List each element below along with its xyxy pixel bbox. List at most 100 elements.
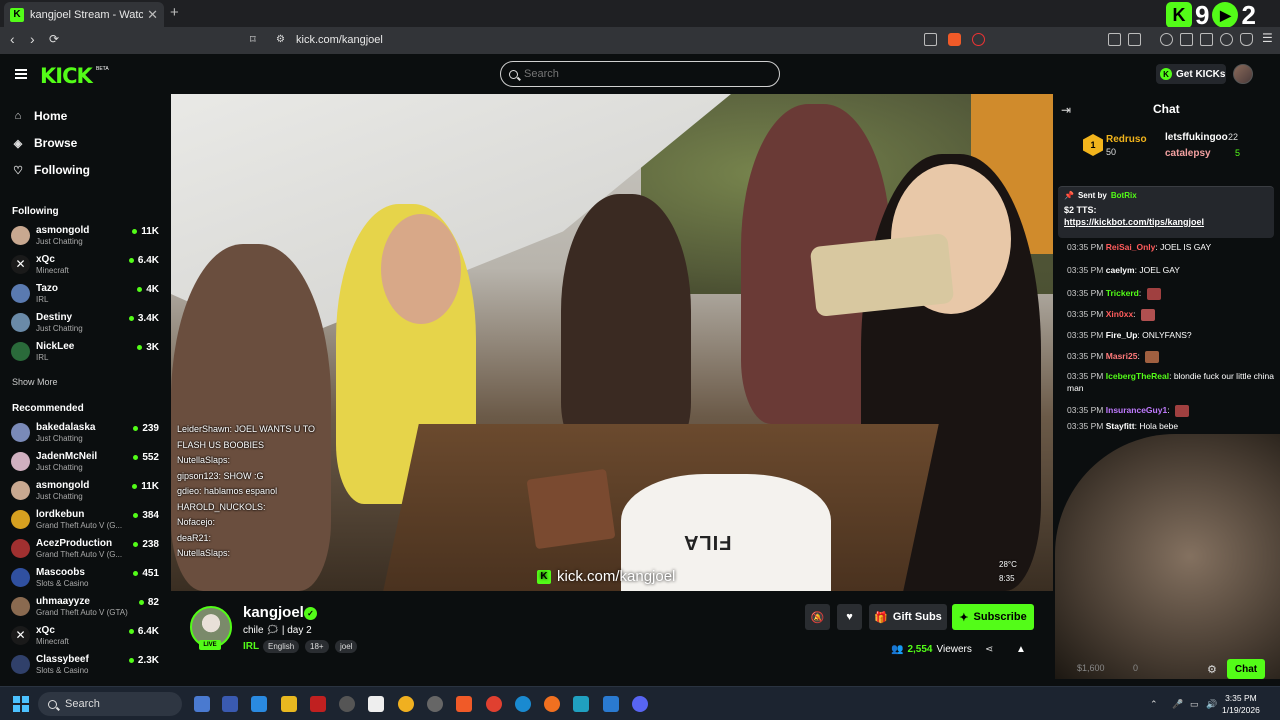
tag-english[interactable]: English [263,640,300,653]
network-icon[interactable]: ▭ [1190,699,1199,710]
collapse-chat-icon[interactable]: ⇥ [1061,103,1071,117]
share-page-icon[interactable] [924,33,937,46]
app-icon[interactable] [222,696,238,712]
recommended-channel[interactable]: ✕ xQc Minecraft 6.4K [11,623,161,651]
brave-icon[interactable] [456,696,472,712]
gear-icon[interactable]: ⚙ [1207,663,1217,676]
hamburger-icon[interactable] [15,69,27,79]
user-avatar[interactable] [1233,64,1253,84]
close-icon[interactable]: ✕ [147,7,158,23]
app-icon[interactable] [427,696,443,712]
edge-icon[interactable] [515,696,531,712]
app-icon[interactable] [339,696,355,712]
gift-subs-button[interactable]: 🎁 Gift Subs [869,604,947,630]
recommended-channel[interactable]: JadenMcNeil Just Chatting 552 [11,449,161,477]
recommended-channel[interactable]: Classybeef Slots & Casino 2.3K [11,652,161,680]
get-kicks-button[interactable]: K Get KICKs [1156,64,1226,84]
recommended-channel[interactable]: AcezProduction Grand Theft Auto V (G... … [11,536,161,564]
message-username[interactable]: InsuranceGuy1 [1106,405,1167,415]
leo-icon[interactable] [1220,33,1233,46]
tag-18plus[interactable]: 18+ [305,640,329,653]
pinned-message[interactable]: 📌 Sent by BotRix $2 TTS: https://kickbot… [1058,186,1274,238]
message-username[interactable]: Masri25 [1106,351,1138,361]
reader-icon[interactable] [1128,33,1141,46]
browser-tab[interactable]: K kangjoel Stream - Watch Live ✕ [4,2,164,27]
media-icon[interactable] [1160,33,1173,46]
avatar [11,313,30,332]
nav-home[interactable]: ⌂ Home [12,109,68,123]
reload-icon[interactable]: ⟳ [49,32,59,46]
widgets-icon[interactable] [194,696,210,712]
app-icon[interactable] [310,696,326,712]
search-input[interactable] [524,68,666,80]
vpn-icon[interactable] [1240,33,1253,46]
file-explorer-icon[interactable] [281,696,297,712]
nav-browse[interactable]: ◈ Browse [12,136,78,150]
leaderboard-name[interactable]: letsffukingoo [1165,132,1228,143]
taskbar-clock[interactable]: 3:35 PM 1/19/2026 [1222,692,1260,716]
message-username[interactable]: Stayfitt [1106,421,1135,431]
stream-title: chile 🗯 | day 2 [243,625,312,636]
following-channel-destiny[interactable]: Destiny Just Chatting 3.4K [11,310,161,338]
message-username[interactable]: caelym [1106,265,1135,275]
taskbar-search[interactable]: Search [38,692,182,716]
message-username[interactable]: Xin0xx [1106,309,1133,319]
nav-following[interactable]: ♡ Following [12,163,90,177]
mute-notifications-button[interactable]: 🔕 [805,604,830,630]
search-bar[interactable] [500,61,780,87]
following-channel-tazo[interactable]: Tazo IRL 4K [11,281,161,309]
video-player[interactable]: FILA LeiderShawn: JOEL WANTS U TO FLASH … [171,94,1053,591]
site-info-icon[interactable]: ⚙ [276,34,285,45]
mic-icon[interactable]: 🎤 [1172,699,1183,710]
discord-icon[interactable] [632,696,648,712]
app-icon[interactable] [251,696,267,712]
show-more-link[interactable]: Show More [12,377,58,387]
following-channel-nicklee[interactable]: NickLee IRL 3K [11,339,161,367]
message-username[interactable]: Trickerd [1106,288,1139,298]
firefox-icon[interactable] [544,696,560,712]
leaderboard-name[interactable]: catalepsy [1165,148,1211,159]
volume-icon[interactable]: 🔊 [1206,699,1217,710]
following-channel-asmongold[interactable]: asmongold Just Chatting 11K [11,223,161,251]
subscribe-button[interactable]: ✦ Subscribe [952,604,1034,630]
message-username[interactable]: IcebergTheReal [1106,371,1169,381]
url-field[interactable]: kick.com/kangjoel [296,34,383,46]
streamer-name[interactable]: kangjoel [243,604,304,621]
following-channel-xqc[interactable]: ✕ xQc Minecraft 6.4K [11,252,161,280]
brave-shield-icon[interactable] [948,33,961,46]
windows-start-icon[interactable] [13,696,29,712]
play-icon: ▶ [1212,2,1239,28]
recommended-channel[interactable]: asmongold Just Chatting 11K [11,478,161,506]
recommended-channel[interactable]: uhmaayyze Grand Theft Auto V (GTA) 82 [11,594,161,622]
report-icon[interactable]: ▲ [1016,644,1026,655]
bookmark-icon[interactable]: ⌑ [250,33,256,46]
new-tab-icon[interactable]: + [170,4,179,21]
stream-category[interactable]: IRL [243,641,259,652]
kick-logo[interactable]: KICK [40,64,93,88]
forward-icon[interactable]: › [30,31,35,47]
tag-joel[interactable]: joel [335,640,358,653]
vscode-icon[interactable] [603,696,619,712]
chrome-icon[interactable] [486,696,502,712]
app-icon[interactable] [368,696,384,712]
pinned-link[interactable]: https://kickbot.com/tips/kangjoel [1064,217,1268,227]
chat-send-button[interactable]: Chat [1227,659,1265,679]
extensions-icon[interactable] [1108,33,1121,46]
wallet-icon[interactable] [1200,33,1213,46]
leaderboard-name[interactable]: Redruso [1106,134,1147,145]
back-icon[interactable]: ‹ [10,31,15,47]
app-icon[interactable] [573,696,589,712]
chrome-icon[interactable] [398,696,414,712]
share-icon[interactable]: ⋖ [985,644,993,655]
chevron-up-icon[interactable]: ⌃ [1150,699,1158,710]
pinned-bot-name: BotRix [1110,191,1137,200]
recommended-channel[interactable]: bakedalaska Just Chatting 239 [11,420,161,448]
message-username[interactable]: ReiSai_Only [1106,242,1156,252]
sidebar-toggle-icon[interactable] [1180,33,1193,46]
follow-button[interactable]: ♥ [837,604,862,630]
rewards-icon[interactable] [972,33,985,46]
recommended-channel[interactable]: lordkebun Grand Theft Auto V (G... 384 [11,507,161,535]
message-username[interactable]: Fire_Up [1106,330,1138,340]
recommended-channel[interactable]: Mascoobs Slots & Casino 451 [11,565,161,593]
menu-icon[interactable]: ☰ [1262,31,1273,45]
